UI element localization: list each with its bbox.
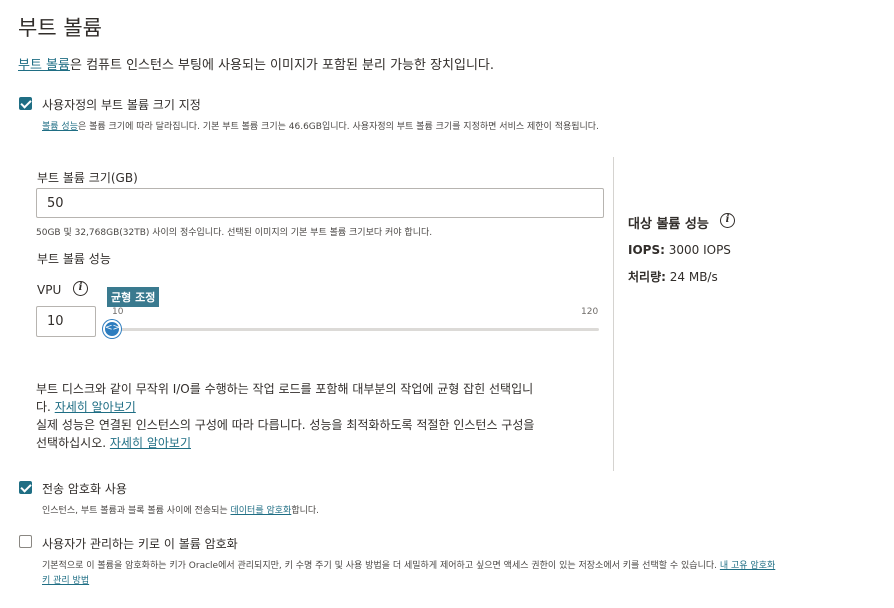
vpu-slider-track[interactable] [112, 328, 599, 331]
size-field-label: 부트 볼륨 크기(GB) [37, 171, 138, 185]
performance-desc-line1b: 다. [36, 400, 51, 414]
target-performance-title: 대상 볼륨 성능 [628, 217, 709, 232]
in-transit-encryption-label: 전송 암호화 사용 [42, 482, 127, 496]
intro-text: 부트 볼륨은 컴퓨트 인스턴스 부팅에 사용되는 이미지가 포함된 분리 가능한… [18, 54, 494, 73]
performance-desc-line1: 부트 디스크와 같이 무작위 I/O를 수행하는 작업 로드를 포함해 대부분의… [36, 382, 534, 396]
page-title: 부트 볼륨 [18, 16, 102, 40]
iops-row: IOPS: 3000 IOPS [628, 243, 731, 257]
size-field-hint: 50GB 및 32,768GB(32TB) 사이의 정수입니다. 선택된 이미지… [36, 228, 433, 238]
throughput-row: 처리량: 24 MB/s [628, 268, 718, 285]
boot-volume-link[interactable]: 부트 볼륨 [18, 58, 70, 73]
learn-more-link-1[interactable]: 자세히 알아보기 [55, 400, 136, 414]
own-encryption-link[interactable]: 내 고유 암호화 [720, 561, 775, 571]
vpu-slider-handle[interactable]: <> [103, 320, 121, 338]
performance-description: 부트 디스크와 같이 무작위 I/O를 수행하는 작업 로드를 포함해 대부분의… [36, 380, 608, 452]
vpu-label: VPU [37, 283, 62, 297]
slider-tooltip: 균형 조정 [107, 287, 160, 307]
in-transit-hint-text: 인스턴스, 부트 볼륨과 블록 볼륨 사이에 전송되는 [42, 506, 231, 516]
customer-managed-key-hint: 기본적으로 이 볼륨을 암호화하는 키가 Oracle에서 관리되지만, 키 수… [42, 558, 775, 571]
learn-more-link-2[interactable]: 자세히 알아보기 [110, 436, 191, 450]
slider-min-label: 10 [112, 307, 124, 317]
in-transit-encryption-checkbox[interactable] [19, 481, 32, 494]
performance-desc-line2: 실제 성능은 연결된 인스턴스의 구성에 따라 다릅니다. 성능을 최적화하도록… [36, 418, 535, 432]
custom-size-hint: 볼륨 성능은 볼륨 크기에 따라 달라집니다. 기본 부트 볼륨 크기는 46.… [42, 119, 599, 132]
performance-label: 부트 볼륨 성능 [37, 252, 111, 266]
key-management-link[interactable]: 키 관리 방법 [42, 576, 89, 586]
volume-performance-link[interactable]: 볼륨 성능 [42, 122, 78, 132]
customer-managed-key-checkbox[interactable] [19, 535, 32, 548]
customer-key-hint-text: 기본적으로 이 볼륨을 암호화하는 키가 Oracle에서 관리되지만, 키 수… [42, 561, 717, 571]
custom-size-hint-text: 은 볼륨 크기에 따라 달라집니다. 기본 부트 볼륨 크기는 46.6GB입니… [77, 122, 599, 132]
slider-max-label: 120 [581, 307, 599, 317]
performance-desc-line2b: 선택하십시오. [36, 436, 107, 450]
boot-volume-size-input[interactable] [36, 188, 604, 218]
throughput-value: 24 MB/s [669, 270, 718, 284]
intro-description: 은 컴퓨트 인스턴스 부팅에 사용되는 이미지가 포함된 분리 가능한 장치입니… [69, 58, 495, 73]
customer-managed-key-hint-line2: 키 관리 방법 [42, 573, 89, 586]
in-transit-encryption-hint: 인스턴스, 부트 볼륨과 블록 볼륨 사이에 전송되는 데이터를 암호화합니다. [42, 503, 319, 516]
panel-divider [613, 157, 614, 471]
custom-size-label: 사용자정의 부트 볼륨 크기 지정 [42, 98, 201, 112]
in-transit-hint-after: 합니다. [291, 506, 320, 516]
target-performance-info-icon[interactable]: i [720, 213, 735, 228]
customer-managed-key-label: 사용자가 관리하는 키로 이 볼륨 암호화 [42, 537, 238, 551]
iops-value: 3000 IOPS [668, 243, 731, 257]
vpu-input[interactable] [36, 306, 96, 337]
iops-label: IOPS: [628, 243, 665, 257]
encrypt-data-link[interactable]: 데이터를 암호화 [231, 506, 292, 516]
custom-size-checkbox[interactable] [19, 97, 32, 110]
throughput-label: 처리량: [628, 270, 666, 284]
vpu-info-icon[interactable]: i [73, 281, 88, 296]
